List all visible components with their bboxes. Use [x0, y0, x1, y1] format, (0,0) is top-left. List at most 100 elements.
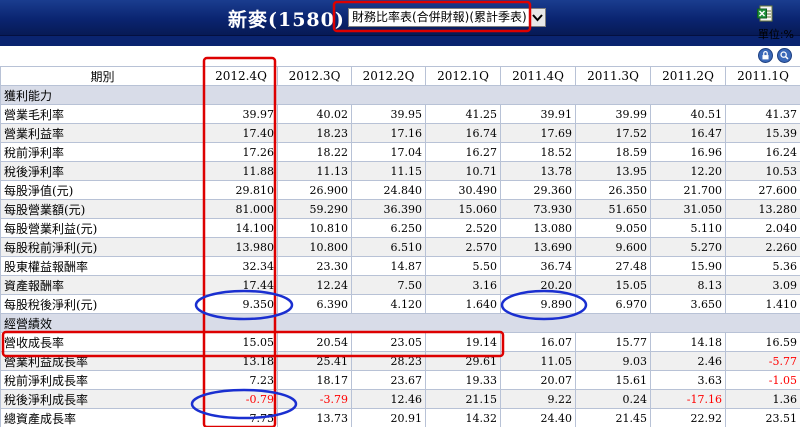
table-cell: 39.99 — [575, 104, 651, 124]
table-cell: 5.50 — [425, 256, 501, 276]
table-cell: 13.95 — [575, 161, 651, 181]
table-cell: 39.91 — [500, 104, 576, 124]
table-cell: 20.07 — [500, 370, 576, 390]
lock-icon[interactable] — [758, 48, 773, 63]
table-cell: 73.930 — [500, 199, 576, 219]
excel-export-icon[interactable] — [757, 5, 774, 22]
table-cell: 27.48 — [575, 256, 651, 276]
section-title: 經營績效 — [0, 313, 800, 333]
table-cell: 23.67 — [351, 370, 426, 390]
table-row: 營業毛利率 39.97 40.02 39.95 41.25 39.91 39.99 40.51… — [0, 104, 800, 124]
table-cell: 13.080 — [500, 218, 576, 238]
table-cell: 18.22 — [277, 142, 352, 162]
table-cell: 2.570 — [425, 237, 501, 257]
table-cell: 3.650 — [650, 294, 726, 314]
period-column-header[interactable]: 2011.1Q — [725, 66, 800, 86]
period-column-header[interactable]: 2012.3Q — [277, 66, 352, 86]
table-cell: 14.100 — [204, 218, 278, 238]
row-label: 總資產成長率 — [0, 408, 205, 427]
table-cell: 17.16 — [351, 123, 426, 143]
table-cell: 6.390 — [277, 294, 352, 314]
table-row: 每股稅前淨利(元) 13.980 10.800 6.510 2.570 13.690 9.6… — [0, 237, 800, 257]
table-cell: 51.650 — [575, 199, 651, 219]
table-cell: 17.52 — [575, 123, 651, 143]
table-cell: 13.78 — [500, 161, 576, 181]
table-row: 營收成長率 15.05 20.54 23.05 19.14 16.07 15.77 14.18… — [0, 332, 800, 352]
table-cell: 31.050 — [650, 199, 726, 219]
report-type-select[interactable]: 財務比率表(合併財報)(累計季表) — [348, 8, 546, 27]
table-cell: 32.34 — [204, 256, 278, 276]
period-column-header[interactable]: 2012.1Q — [425, 66, 501, 86]
table-cell: 12.24 — [277, 275, 352, 295]
table-row: 股東權益報酬率 32.34 23.30 14.87 5.50 36.74 27.48 15.9… — [0, 256, 800, 276]
table-cell: 5.110 — [650, 218, 726, 238]
table-row: 每股營業利益(元) 14.100 10.810 6.250 2.520 13.080 9.0… — [0, 218, 800, 238]
table-cell: 16.59 — [725, 332, 800, 352]
row-label: 稅後淨利率 — [0, 161, 205, 181]
table-cell: 36.390 — [351, 199, 426, 219]
table-cell: 14.32 — [425, 408, 501, 427]
table-cell: 3.63 — [650, 370, 726, 390]
period-column-header[interactable]: 2011.3Q — [575, 66, 651, 86]
table-cell: 2.040 — [725, 218, 800, 238]
magnifier-icon[interactable] — [777, 48, 792, 63]
table-cell: 20.20 — [500, 275, 576, 295]
table-cell: 2.260 — [725, 237, 800, 257]
table-cell: 23.05 — [351, 332, 426, 352]
table-cell: 9.050 — [575, 218, 651, 238]
chevron-down-icon[interactable] — [529, 9, 545, 26]
table-cell: 15.39 — [725, 123, 800, 143]
table-cell: 16.47 — [650, 123, 726, 143]
table-cell: 24.840 — [351, 180, 426, 200]
page-title: 新麥(1580) — [228, 9, 345, 31]
table-cell: 13.18 — [204, 351, 278, 371]
table-cell: 81.000 — [204, 199, 278, 219]
table-cell: 18.17 — [277, 370, 352, 390]
table-cell: 39.97 — [204, 104, 278, 124]
table-cell: 14.87 — [351, 256, 426, 276]
table-cell: 10.810 — [277, 218, 352, 238]
financial-ratio-table: 期別 2012.4Q 2012.3Q 2012.2Q 2012.1Q 2011.… — [0, 66, 800, 427]
table-cell: 25.41 — [277, 351, 352, 371]
header-row: 期別 2012.4Q 2012.3Q 2012.2Q 2012.1Q 2011.… — [0, 66, 800, 86]
table-cell: 6.250 — [351, 218, 426, 238]
table-cell: 36.74 — [500, 256, 576, 276]
table-cell: -3.79 — [277, 389, 352, 409]
table-cell: 18.52 — [500, 142, 576, 162]
table-cell: -17.16 — [650, 389, 726, 409]
table-cell: 15.61 — [575, 370, 651, 390]
table-cell: 5.36 — [725, 256, 800, 276]
period-column-header[interactable]: 2012.4Q — [204, 66, 278, 86]
table-cell: 2.46 — [650, 351, 726, 371]
row-label: 每股稅前淨利(元) — [0, 237, 205, 257]
table-cell: 15.05 — [575, 275, 651, 295]
period-header: 期別 — [0, 66, 205, 86]
table-cell: 20.54 — [277, 332, 352, 352]
table-cell: 13.73 — [277, 408, 352, 427]
table-cell: 11.88 — [204, 161, 278, 181]
row-label: 每股營業額(元) — [0, 199, 205, 219]
table-cell: 23.51 — [725, 408, 800, 427]
period-column-header[interactable]: 2011.2Q — [650, 66, 726, 86]
table-cell: 7.50 — [351, 275, 426, 295]
table-row: 稅前淨利率 17.26 18.22 17.04 16.27 18.52 18.59 16.96… — [0, 142, 800, 162]
period-column-header[interactable]: 2012.2Q — [351, 66, 426, 86]
table-cell: 59.290 — [277, 199, 352, 219]
table-cell: 10.53 — [725, 161, 800, 181]
table-cell: 10.71 — [425, 161, 501, 181]
table-cell: 12.46 — [351, 389, 426, 409]
table-cell: 17.04 — [351, 142, 426, 162]
table-cell: 24.40 — [500, 408, 576, 427]
table-cell: 29.360 — [500, 180, 576, 200]
row-label: 營業利益率 — [0, 123, 205, 143]
row-label: 資產報酬率 — [0, 275, 205, 295]
period-column-header[interactable]: 2011.4Q — [500, 66, 576, 86]
row-label: 營業毛利率 — [0, 104, 205, 124]
table-cell: 9.890 — [500, 294, 576, 314]
table-cell: -0.79 — [204, 389, 278, 409]
table-row: 營業利益成長率 13.18 25.41 28.23 29.61 11.05 9.03 2.46… — [0, 351, 800, 371]
table-cell: 16.24 — [725, 142, 800, 162]
table-cell: 41.25 — [425, 104, 501, 124]
table-cell: 21.15 — [425, 389, 501, 409]
table-cell: 6.970 — [575, 294, 651, 314]
